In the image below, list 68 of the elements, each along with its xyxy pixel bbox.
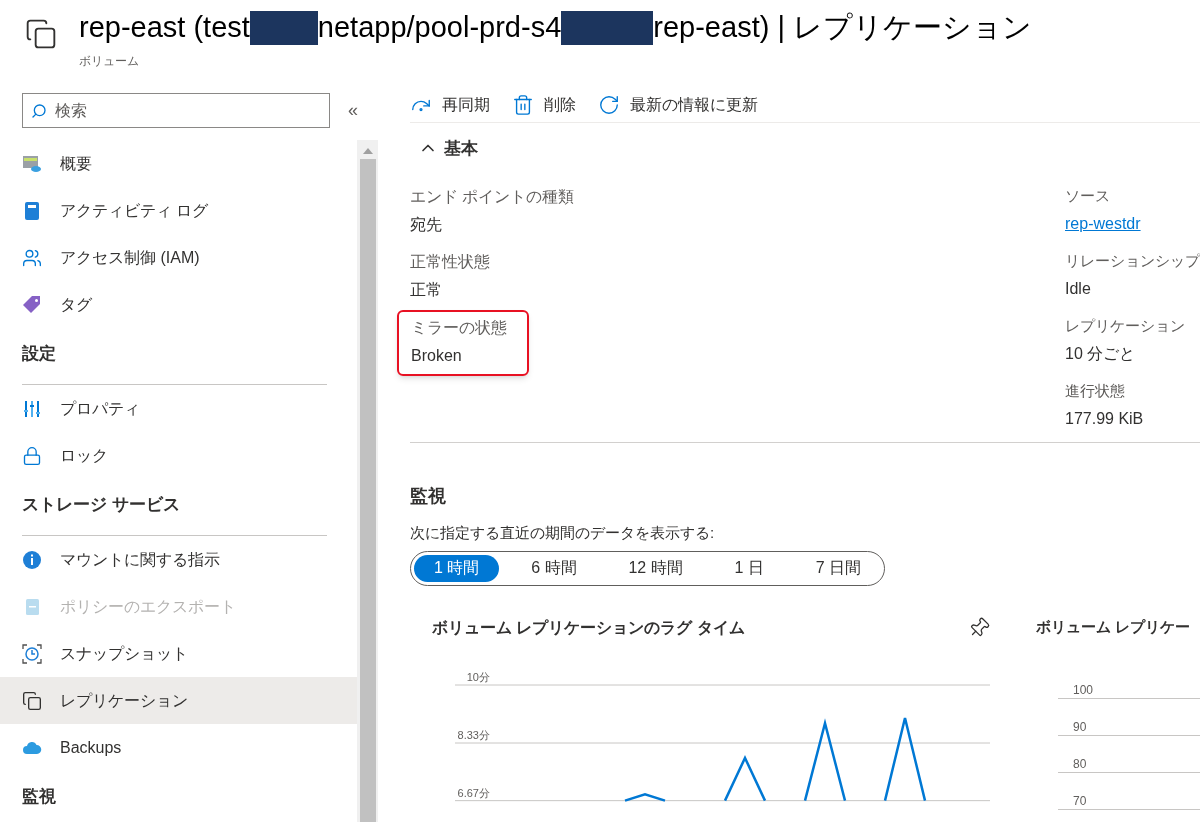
field-value: Idle: [1065, 278, 1092, 299]
nav-item[interactable]: プロパティ: [0, 385, 357, 432]
info-icon: [22, 549, 42, 570]
field-label: レプリケーション: [1065, 316, 1186, 336]
nav-item[interactable]: レプリケーション: [0, 677, 357, 724]
section-heading: 設定: [22, 343, 56, 366]
section-heading: 監視: [22, 786, 56, 809]
range-option[interactable]: 12 時間: [608, 554, 703, 582]
search-field[interactable]: 検索: [22, 93, 330, 128]
field-label: リレーションシップ: [1065, 251, 1200, 271]
section-heading: ストレージ サービス: [22, 494, 180, 517]
field-value: Broken: [411, 346, 463, 366]
nav-item[interactable]: アクセス制御 (IAM): [0, 234, 357, 281]
page-title: netapp/pool-prd-s4: [317, 10, 562, 46]
field-value: 177.99 KiB: [1065, 408, 1145, 429]
field-value: 正常: [410, 280, 443, 300]
range-caption: 次に指定する直近の期間のデータを表示する:: [410, 523, 716, 543]
nav-item[interactable]: 概要: [0, 140, 357, 187]
resource-type: ボリューム: [79, 53, 140, 70]
chart-title: ボリューム レプリケー: [1036, 617, 1191, 637]
nav-item[interactable]: スナップショット: [0, 630, 357, 677]
clock-icon: [22, 643, 42, 664]
section-heading: 監視: [410, 485, 447, 508]
field-value: 宛先: [410, 215, 443, 235]
axis-tick-label: 90: [1073, 718, 1087, 735]
field-label: ソース: [1065, 186, 1111, 206]
field-label: ミラーの状態: [411, 318, 507, 338]
nav-item[interactable]: タグ: [0, 281, 357, 328]
source-link[interactable]: rep-westdr: [1065, 211, 1200, 236]
axis-tick-label: 70: [1073, 792, 1087, 809]
lock-icon: [22, 445, 42, 466]
range-option[interactable]: 6 時間: [511, 554, 597, 582]
search-icon: [31, 103, 47, 119]
chart-title: ボリューム レプリケーションのラグ タイム: [432, 617, 745, 638]
nav-item[interactable]: Backups: [0, 724, 357, 771]
axis-tick-label: 6.67分: [457, 786, 490, 799]
page-title: rep-east (test: [79, 10, 250, 46]
axis-tick-label: 10分: [466, 670, 490, 683]
page-title: rep-east) | レプリケーション: [653, 10, 1032, 46]
axis-tick-label: 100: [1073, 681, 1094, 698]
nav-item[interactable]: ロック: [0, 432, 357, 479]
axis-tick-label: 8.33分: [457, 728, 490, 741]
scrollbar[interactable]: [357, 140, 378, 822]
nav-item[interactable]: アクティビティ ログ: [0, 187, 357, 234]
scroll-up-icon[interactable]: [362, 148, 373, 154]
toolbar-button[interactable]: 再同期: [410, 92, 490, 117]
collapse-button[interactable]: «: [348, 93, 358, 128]
field-value: 10 分ごと: [1065, 343, 1137, 364]
users-icon: [22, 247, 42, 268]
nav-item[interactable]: マウントに関する指示: [0, 536, 357, 583]
toolbar-button[interactable]: 削除: [512, 92, 576, 117]
range-option[interactable]: 7 日間: [795, 554, 881, 582]
book-icon: [22, 200, 42, 221]
trash-icon: [512, 93, 534, 116]
copy-icon: [22, 690, 42, 711]
field-label: エンド ポイントの種類: [410, 187, 576, 207]
section-toggle[interactable]: 基本: [418, 135, 478, 161]
field-label: 進行状態: [1065, 381, 1126, 401]
overview-icon: [22, 153, 42, 174]
axis-tick-label: 80: [1073, 755, 1087, 772]
toolbar-button[interactable]: 最新の情報に更新: [598, 92, 758, 117]
range-option[interactable]: 1 日: [714, 554, 784, 582]
field-label: 正常性状態: [410, 252, 491, 272]
redaction-bar: [249, 11, 318, 45]
range-option[interactable]: 1 時間: [414, 554, 500, 582]
refresh-icon: [598, 93, 620, 116]
properties-icon: [22, 398, 42, 419]
tag-icon: [22, 294, 42, 315]
